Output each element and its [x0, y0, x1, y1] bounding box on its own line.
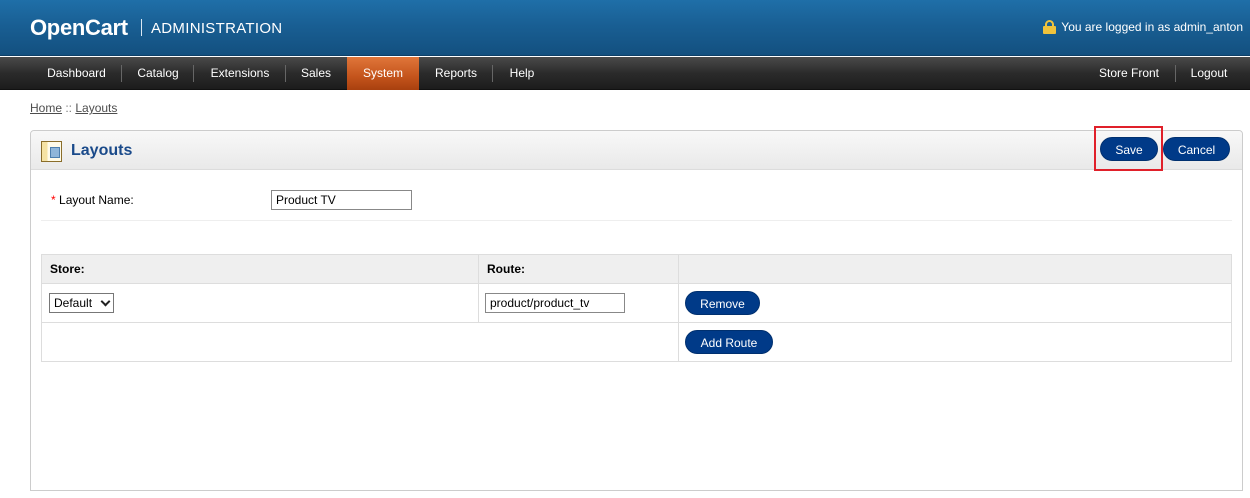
- required-mark: *: [51, 193, 56, 207]
- login-text: You are logged in as admin_anton: [1061, 20, 1243, 34]
- box-heading: Layouts: [31, 131, 1242, 170]
- menu-separator: [1175, 65, 1176, 82]
- store-column-header: Store:: [42, 255, 478, 284]
- remove-button[interactable]: Remove: [685, 291, 760, 315]
- menu-item-sales[interactable]: Sales: [290, 57, 342, 90]
- logo[interactable]: OpenCart: [30, 15, 128, 41]
- route-table: Store: Route: Default Remove Add Route: [41, 254, 1232, 362]
- column-divider: [478, 255, 479, 323]
- divider: [41, 220, 1232, 221]
- breadcrumb-layouts[interactable]: Layouts: [75, 101, 117, 115]
- layout-icon: [41, 141, 62, 162]
- breadcrumb: Home :: Layouts: [30, 101, 117, 115]
- column-divider: [678, 255, 679, 361]
- action-column-header: [679, 255, 1231, 284]
- cancel-button[interactable]: Cancel: [1163, 137, 1230, 161]
- page-title: Layouts: [71, 142, 133, 159]
- route-column-header: Route:: [479, 255, 678, 284]
- logo-subtitle: ADMINISTRATION: [151, 20, 283, 37]
- menu-item-catalog[interactable]: Catalog: [127, 57, 189, 90]
- layout-form-box: Layouts * Layout Name: Store: Route: Def…: [30, 130, 1243, 491]
- menu-separator: [492, 65, 493, 82]
- menu-separator: [121, 65, 122, 82]
- menu-item-store-front[interactable]: Store Front: [1088, 57, 1170, 90]
- row-divider: [42, 322, 1231, 323]
- layout-name-input[interactable]: [271, 190, 412, 210]
- breadcrumb-home[interactable]: Home: [30, 101, 62, 115]
- header: OpenCart ADMINISTRATION You are logged i…: [0, 0, 1250, 56]
- store-select[interactable]: Default: [49, 293, 114, 313]
- layout-name-label-text: Layout Name:: [59, 193, 134, 207]
- lock-icon: [1043, 20, 1057, 34]
- menu-item-help[interactable]: Help: [497, 57, 547, 90]
- breadcrumb-separator: ::: [62, 101, 76, 115]
- menu-item-logout[interactable]: Logout: [1180, 57, 1238, 90]
- menu-item-system[interactable]: System: [347, 57, 419, 90]
- menu-item-extensions[interactable]: Extensions: [199, 57, 281, 90]
- login-status: You are logged in as admin_anton: [1043, 20, 1243, 34]
- layout-name-label: * Layout Name:: [51, 193, 134, 207]
- menu-item-reports[interactable]: Reports: [424, 57, 488, 90]
- menu-item-dashboard[interactable]: Dashboard: [36, 57, 117, 90]
- logo-separator: [141, 19, 142, 36]
- save-button-highlight: [1094, 126, 1163, 171]
- menu-separator: [193, 65, 194, 82]
- menu-separator: [285, 65, 286, 82]
- route-input[interactable]: [485, 293, 625, 313]
- add-route-button[interactable]: Add Route: [685, 330, 773, 354]
- chevron-down-icon: [100, 296, 111, 307]
- main-menu: Dashboard Catalog Extensions Sales Syste…: [0, 57, 1250, 90]
- store-select-value: Default: [54, 296, 93, 310]
